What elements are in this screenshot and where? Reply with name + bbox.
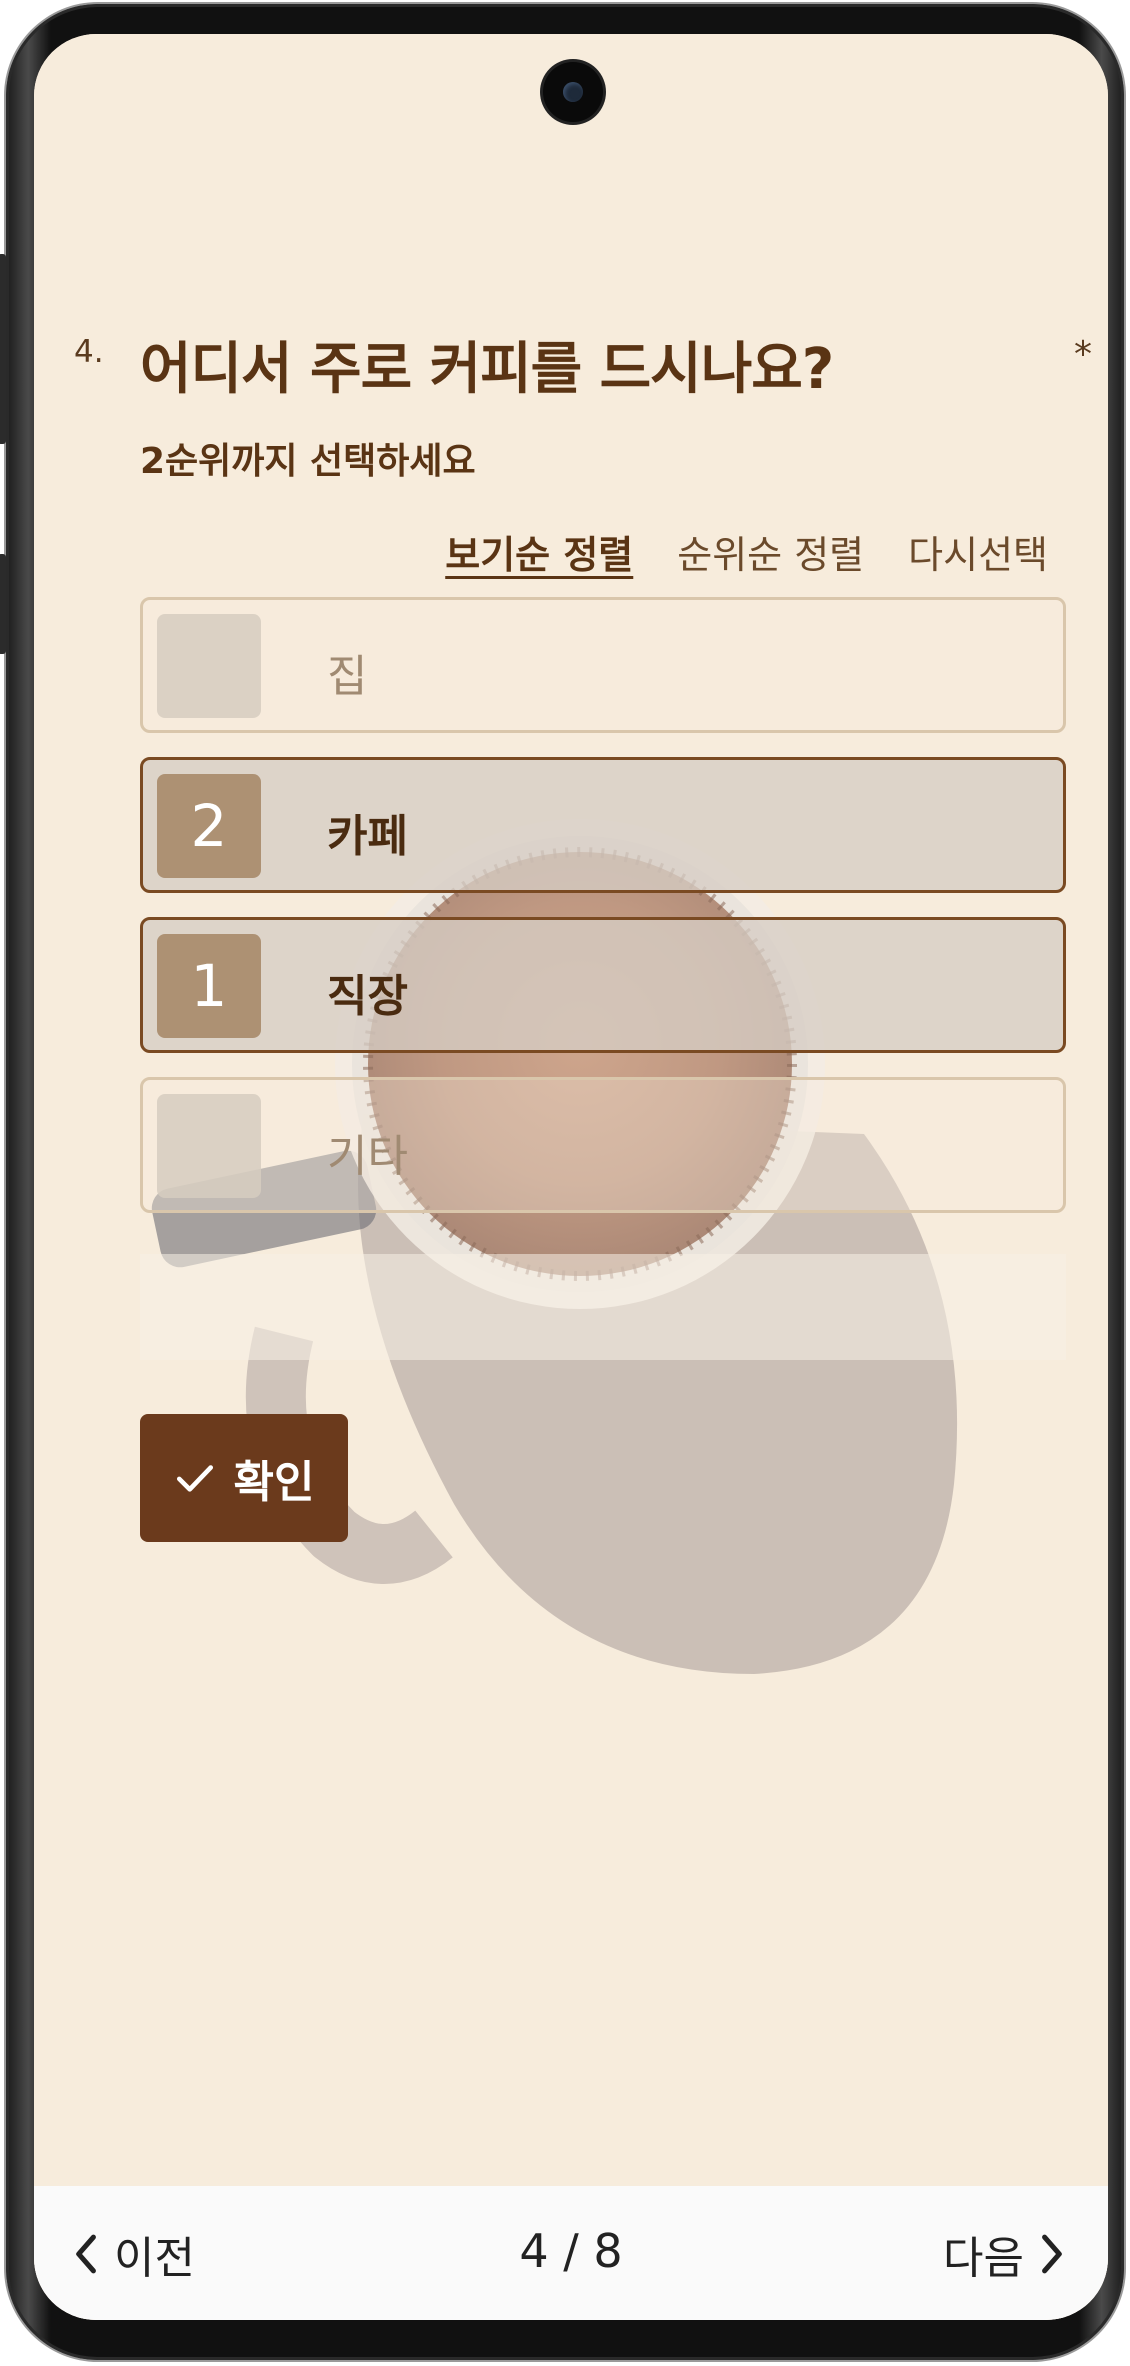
confirm-button[interactable]: 확인	[140, 1414, 348, 1542]
other-input-area	[140, 1254, 1066, 1360]
bottom-navigation: 이전 4 / 8 다음	[34, 2186, 1108, 2320]
option-cafe[interactable]: 2 카페	[140, 757, 1066, 893]
option-label: 카페	[327, 811, 408, 862]
reset-selection-link[interactable]: 다시선택	[908, 524, 1048, 579]
screen: 4. 어디서 주로 커피를 드시나요? * 2순위까지 선택하세요 보기순 정렬…	[34, 34, 1108, 2320]
check-icon	[176, 1465, 213, 1492]
option-home[interactable]: 집	[140, 597, 1066, 733]
question-title: 어디서 주로 커피를 드시나요?	[140, 337, 834, 402]
next-button[interactable]: 다음	[943, 2222, 1068, 2286]
option-label: 기타	[327, 1131, 408, 1182]
rank-box	[157, 1094, 261, 1198]
phone-frame: 4. 어디서 주로 커피를 드시나요? * 2순위까지 선택하세요 보기순 정렬…	[0, 4, 1124, 2360]
chevron-right-icon	[1042, 2234, 1062, 2274]
sort-by-view-order-link[interactable]: 보기순 정렬	[445, 524, 633, 579]
rank-box	[157, 614, 261, 718]
rank-box: 1	[157, 934, 261, 1038]
option-label: 집	[327, 651, 368, 702]
question-hint: 2순위까지 선택하세요	[140, 441, 476, 482]
rank-box: 2	[157, 774, 261, 878]
next-label: 다음	[943, 2233, 1024, 2284]
front-camera	[543, 62, 603, 122]
sort-by-rank-link[interactable]: 순위순 정렬	[677, 524, 864, 579]
confirm-label: 확인	[233, 1457, 315, 1508]
volume-button	[0, 254, 6, 444]
question-number: 4.	[74, 334, 104, 370]
required-mark: *	[1074, 334, 1092, 375]
option-other[interactable]: 기타	[140, 1077, 1066, 1213]
option-work[interactable]: 1 직장	[140, 917, 1066, 1053]
sort-bar: 보기순 정렬 순위순 정렬 다시선택	[445, 524, 1048, 579]
power-button	[0, 554, 6, 654]
option-label: 직장	[327, 971, 408, 1022]
